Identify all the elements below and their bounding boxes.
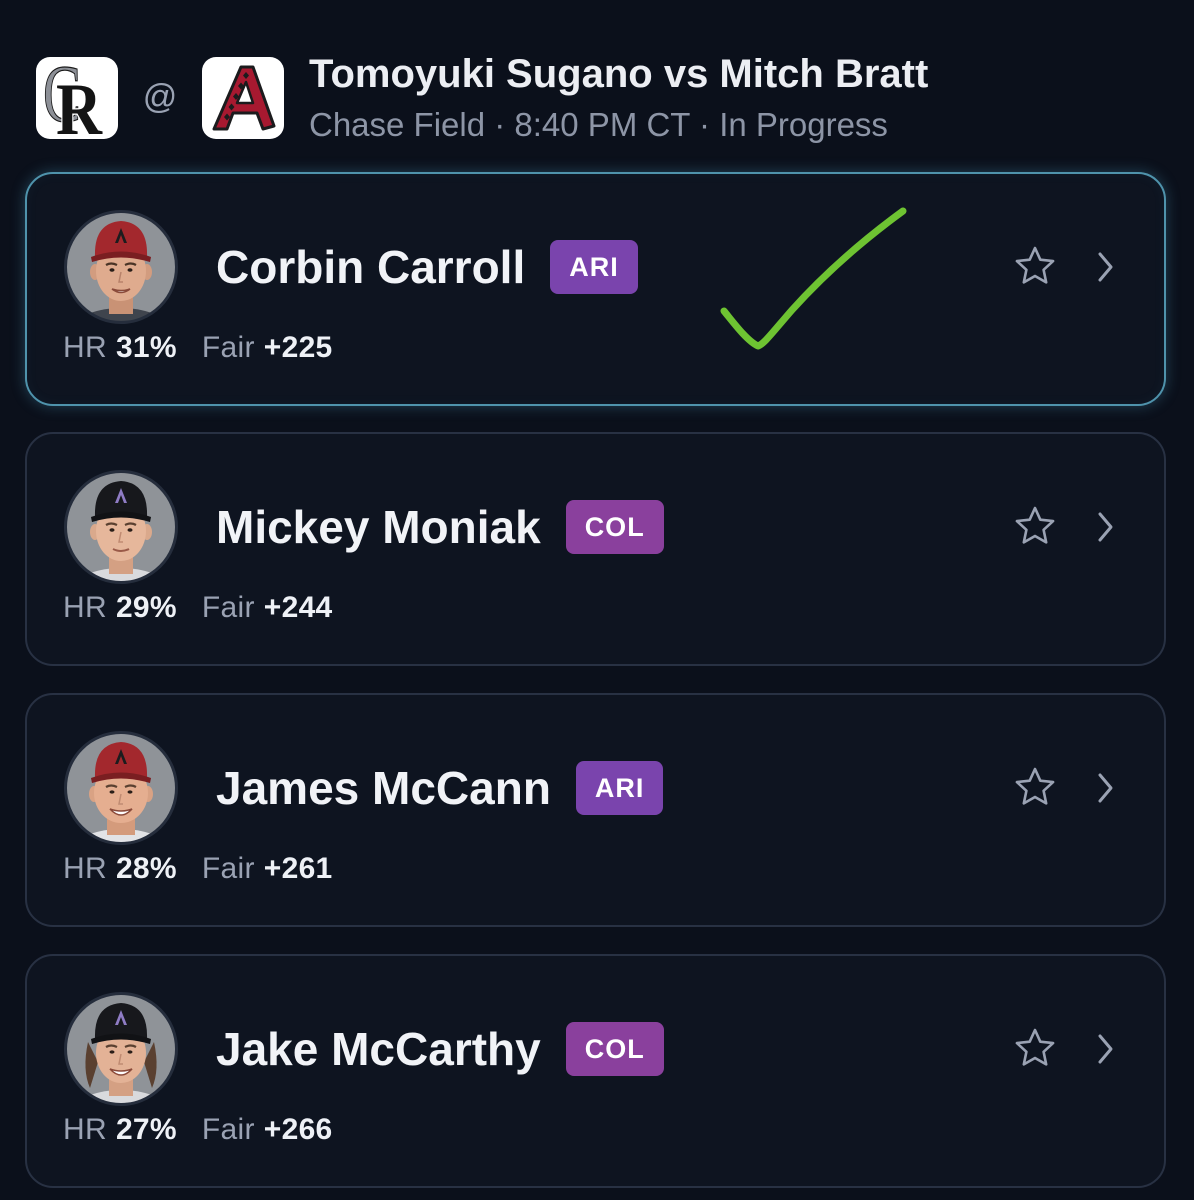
chevron-right-icon[interactable] (1095, 511, 1115, 543)
player-headshot (64, 470, 178, 584)
fair-label: Fair (201, 591, 255, 624)
fair-odds: +261 (263, 852, 333, 885)
team-badge: COL (565, 1022, 664, 1076)
star-icon[interactable] (1013, 245, 1057, 289)
chevron-right-icon[interactable] (1095, 1033, 1115, 1065)
hr-probability: 29% (115, 591, 177, 624)
player-name: Mickey Moniak (216, 501, 541, 553)
stats-row: HR 27% Fair +266 (63, 1112, 333, 1148)
player-card[interactable]: Mickey Moniak COL HR 29% Fair +244 (25, 432, 1166, 666)
player-header: Mickey Moniak COL (216, 500, 664, 554)
team-badge: ARI (550, 240, 638, 294)
stats-row: HR 28% Fair +261 (63, 851, 333, 887)
player-header: James McCann ARI (216, 761, 664, 815)
player-name: Jake McCarthy (216, 1023, 541, 1075)
fair-label: Fair (201, 1113, 255, 1146)
diamondbacks-logo-icon (202, 57, 284, 139)
hr-label: HR (63, 331, 107, 364)
fair-label: Fair (201, 331, 255, 364)
player-headshot (64, 210, 178, 324)
star-icon[interactable] (1013, 505, 1057, 549)
stats-row: HR 29% Fair +244 (63, 590, 333, 626)
fair-odds: +266 (263, 1113, 333, 1146)
fair-label: Fair (201, 852, 255, 885)
stats-row: HR 31% Fair +225 (63, 330, 333, 366)
player-card[interactable]: Corbin Carroll ARI HR 31% Fair +225 (25, 172, 1166, 406)
player-card[interactable]: James McCann ARI HR 28% Fair +261 (25, 693, 1166, 927)
player-name: James McCann (216, 762, 551, 814)
game-info: Chase Field · 8:40 PM CT · In Progress (309, 106, 888, 143)
player-headshot (64, 992, 178, 1106)
svg-text:R: R (56, 69, 103, 139)
hr-label: HR (63, 852, 107, 885)
player-headshot (64, 731, 178, 845)
hr-probability: 28% (115, 852, 177, 885)
team-badge: ARI (575, 761, 664, 815)
player-header: Corbin Carroll ARI (216, 240, 638, 294)
hr-label: HR (63, 1113, 107, 1146)
hr-label: HR (63, 591, 107, 624)
hr-probability: 31% (115, 331, 177, 364)
rockies-logo-icon: C R (36, 57, 118, 139)
player-header: Jake McCarthy COL (216, 1022, 664, 1076)
player-name: Corbin Carroll (216, 241, 526, 293)
matchup-title: Tomoyuki Sugano vs Mitch Bratt (309, 52, 929, 96)
star-icon[interactable] (1013, 766, 1057, 810)
hr-probability: 27% (115, 1113, 177, 1146)
player-card[interactable]: Jake McCarthy COL HR 27% Fair +266 (25, 954, 1166, 1188)
fair-odds: +244 (263, 591, 333, 624)
at-separator: @ (142, 78, 178, 116)
star-icon[interactable] (1013, 1027, 1057, 1071)
chevron-right-icon[interactable] (1095, 772, 1115, 804)
chevron-right-icon[interactable] (1095, 251, 1115, 283)
team-badge: COL (565, 500, 664, 554)
fair-odds: +225 (263, 331, 333, 364)
